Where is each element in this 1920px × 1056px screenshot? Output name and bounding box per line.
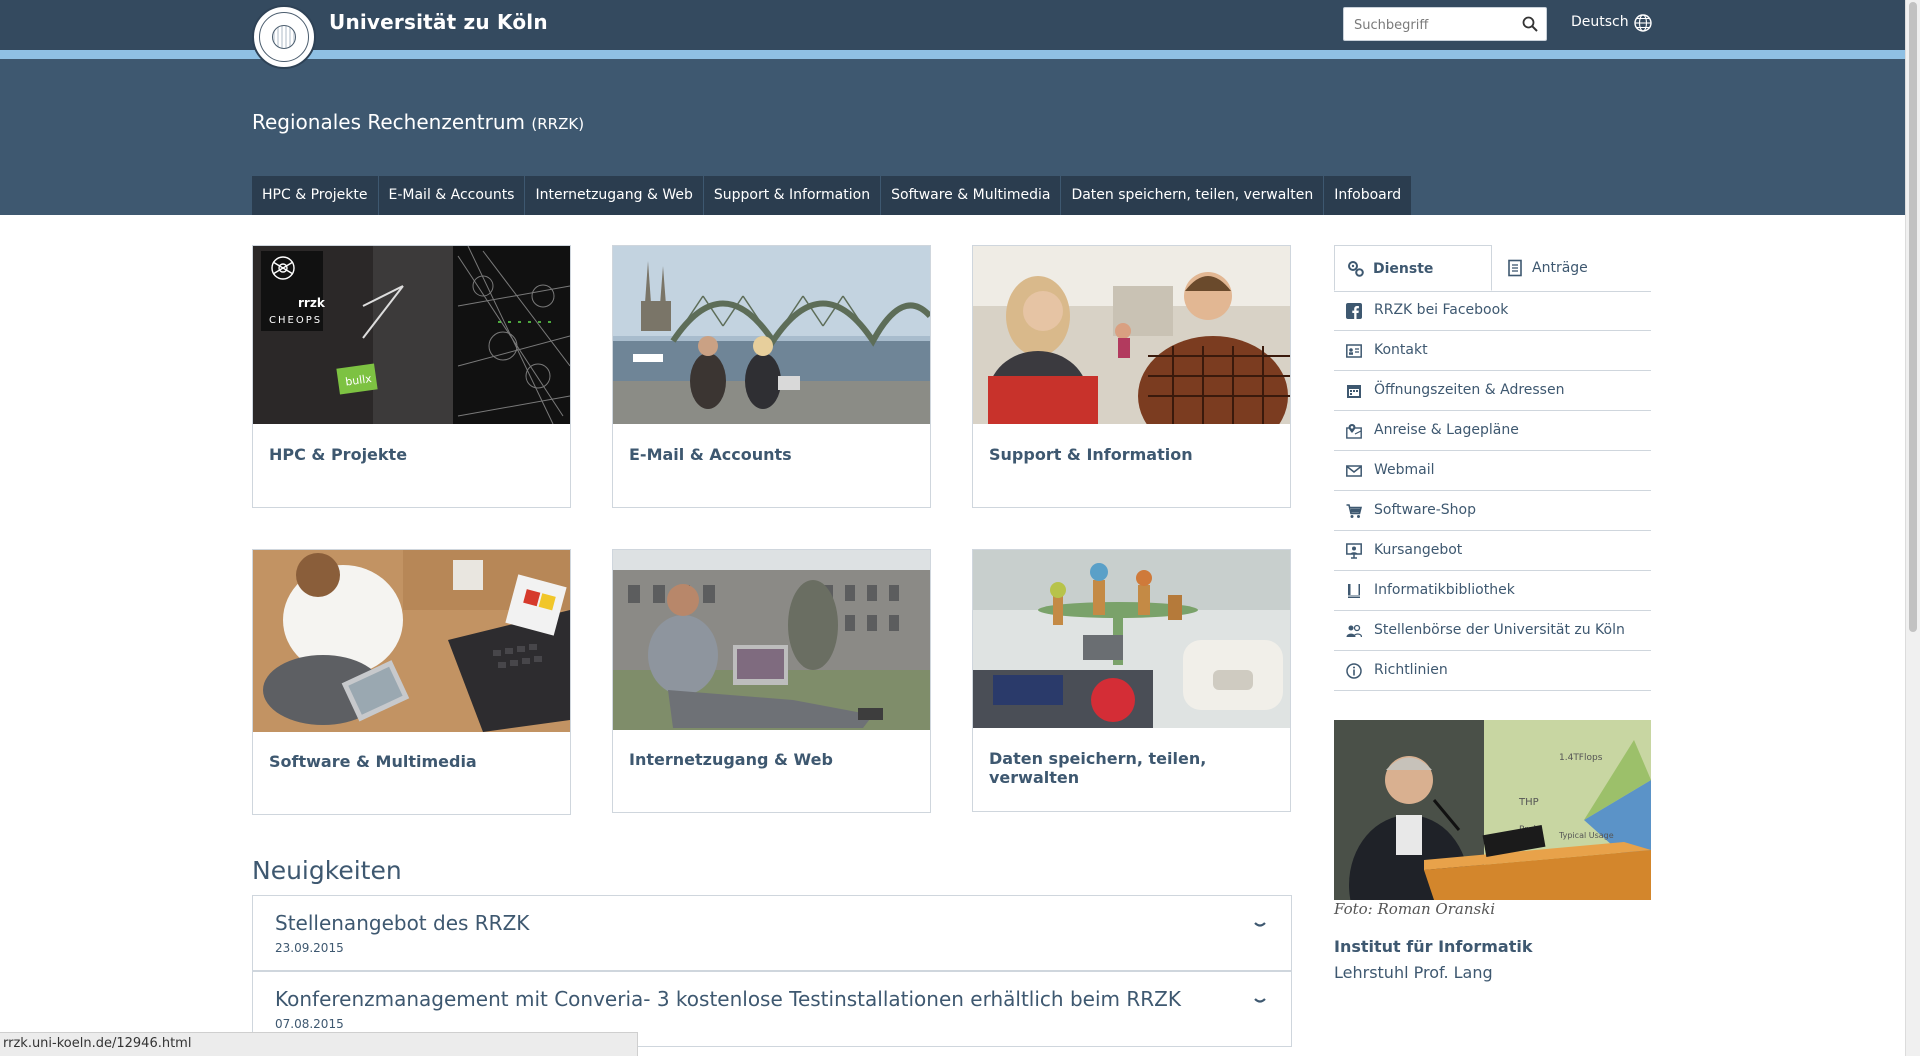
service-label[interactable]: Anreise & Lagepläne [1374, 422, 1519, 438]
list-item[interactable]: Kursangebot [1334, 531, 1651, 571]
photo-caption: Foto: Roman Oranski [1334, 900, 1496, 918]
tile-hpc-label[interactable]: HPC & Projekte [269, 445, 407, 464]
nav-item-infoboard[interactable]: Infoboard [1324, 176, 1413, 215]
main-navigation: HPC & Projekte E-Mail & Accounts Interne… [252, 176, 1413, 215]
list-item[interactable]: Software-Shop [1334, 491, 1651, 531]
list-item[interactable]: RRZK bei Facebook [1334, 291, 1651, 331]
tile-image-support [973, 246, 1290, 424]
tile-software[interactable]: Software & Multimedia [252, 549, 571, 815]
chevron-down-icon[interactable] [1253, 920, 1267, 930]
nav-item-internet[interactable]: Internetzugang & Web [525, 176, 704, 215]
people-icon [1346, 624, 1362, 638]
service-label[interactable]: Kursangebot [1374, 542, 1462, 558]
institute-photo-text-usage: Typical Usage [1558, 831, 1614, 840]
service-label[interactable]: Informatikbibliothek [1374, 582, 1515, 598]
search-input[interactable] [1352, 8, 1516, 42]
university-name-link[interactable]: Universität zu Köln [329, 10, 548, 34]
gears-icon [1348, 261, 1364, 277]
list-item[interactable]: Öffnungszeiten & Adressen [1334, 371, 1651, 411]
tile-daten[interactable]: Daten speichern, teilen, verwalten [972, 549, 1291, 812]
list-item[interactable]: Webmail [1334, 451, 1651, 491]
globe-icon[interactable] [1634, 14, 1652, 32]
tile-image-software [253, 550, 570, 732]
services-list: RRZK bei Facebook Kontakt Öffnungszeiten… [1334, 291, 1651, 691]
nav-item-daten[interactable]: Daten speichern, teilen, verwalten [1061, 176, 1325, 215]
contact-card-icon [1346, 344, 1362, 358]
service-label[interactable]: Webmail [1374, 462, 1435, 478]
service-label[interactable]: Öffnungszeiten & Adressen [1374, 382, 1564, 398]
tile-image-daten [973, 550, 1290, 728]
book-icon [1348, 584, 1360, 598]
status-bar-url: rrzk.uni-koeln.de/12946.html [0, 1032, 638, 1056]
tile-email-label[interactable]: E-Mail & Accounts [629, 445, 792, 464]
list-item[interactable]: Anreise & Lagepläne [1334, 411, 1651, 451]
news-item-title[interactable]: Stellenangebot des RRZK [275, 911, 529, 935]
tile-hpc[interactable]: rrzk CHEOPS bullx HPC & Projekte [252, 245, 571, 508]
institute-subtitle: Lehrstuhl Prof. Lang [1334, 963, 1493, 982]
tile-support[interactable]: Support & Information [972, 245, 1291, 508]
tile-internet[interactable]: Internetzugang & Web [612, 549, 931, 813]
list-item[interactable]: Richtlinien [1334, 651, 1651, 691]
institute-title: Institut für Informatik [1334, 937, 1533, 956]
tab-dienste[interactable]: Dienste [1334, 245, 1492, 291]
language-switch[interactable]: Deutsch [1571, 14, 1629, 30]
tile-hpc-photo-rrzk: rrzk [298, 296, 326, 310]
list-item[interactable]: Kontakt [1334, 331, 1651, 371]
tile-image-internet [613, 550, 930, 730]
site-title-abbr: (RRZK) [531, 115, 585, 133]
site-title[interactable]: Regionales Rechenzentrum (RRZK) [252, 110, 584, 134]
facebook-icon [1346, 303, 1362, 319]
service-label[interactable]: Software-Shop [1374, 502, 1476, 518]
sidebar-tabs: Dienste Anträge [1334, 245, 1651, 292]
service-label[interactable]: Kontakt [1374, 342, 1428, 358]
tile-image-hpc: rrzk CHEOPS bullx [253, 246, 570, 424]
envelope-icon [1346, 465, 1362, 477]
list-item[interactable]: Informatikbibliothek [1334, 571, 1651, 611]
news-item-title[interactable]: Konferenzmanagement mit Converia- 3 kost… [275, 987, 1181, 1011]
site-title-text: Regionales Rechenzentrum [252, 110, 526, 134]
search-box[interactable] [1343, 7, 1547, 42]
tile-image-email [613, 246, 930, 424]
nav-item-software[interactable]: Software & Multimedia [881, 176, 1062, 215]
tile-software-label[interactable]: Software & Multimedia [269, 752, 477, 771]
institute-photo-text-flops: 1.4TFlops [1559, 753, 1603, 763]
tab-dienste-label: Dienste [1373, 261, 1434, 277]
news-heading: Neuigkeiten [252, 856, 402, 885]
news-item[interactable]: Stellenangebot des RRZK 23.09.2015 [252, 895, 1292, 971]
info-icon [1346, 663, 1362, 679]
tile-internet-label[interactable]: Internetzugang & Web [629, 750, 833, 769]
tab-antraege-label: Anträge [1532, 260, 1588, 276]
service-label[interactable]: Richtlinien [1374, 662, 1448, 678]
service-label[interactable]: Stellenbörse der Universität zu Köln [1374, 622, 1625, 638]
chevron-down-icon[interactable] [1253, 996, 1267, 1006]
tile-daten-label[interactable]: Daten speichern, teilen, verwalten [989, 749, 1290, 787]
tile-email[interactable]: E-Mail & Accounts [612, 245, 931, 508]
presentation-icon [1346, 543, 1362, 559]
calendar-icon [1347, 385, 1361, 398]
tab-antraege[interactable]: Anträge [1492, 245, 1642, 291]
nav-item-hpc[interactable]: HPC & Projekte [252, 176, 379, 215]
tile-hpc-photo-cheops: CHEOPS [269, 315, 322, 326]
document-icon [1508, 259, 1522, 277]
tile-support-label[interactable]: Support & Information [989, 445, 1193, 464]
news-item-date: 23.09.2015 [275, 941, 344, 955]
list-item[interactable]: Stellenbörse der Universität zu Köln [1334, 611, 1651, 651]
nav-item-support[interactable]: Support & Information [703, 176, 882, 215]
nav-item-email[interactable]: E-Mail & Accounts [378, 176, 526, 215]
vertical-scrollbar[interactable] [1905, 0, 1920, 1056]
map-pin-icon [1346, 424, 1362, 439]
university-seal-logo[interactable] [252, 5, 316, 69]
search-icon[interactable] [1522, 16, 1538, 32]
institute-photo-text-thp: THP [1518, 797, 1539, 808]
scrollbar-thumb[interactable] [1909, 2, 1917, 632]
institute-photo: 1.4TFlops THP Typical Usage Prakt [1334, 720, 1651, 900]
cart-icon [1346, 504, 1362, 518]
service-label[interactable]: RRZK bei Facebook [1374, 302, 1508, 318]
news-item-date: 07.08.2015 [275, 1017, 344, 1031]
